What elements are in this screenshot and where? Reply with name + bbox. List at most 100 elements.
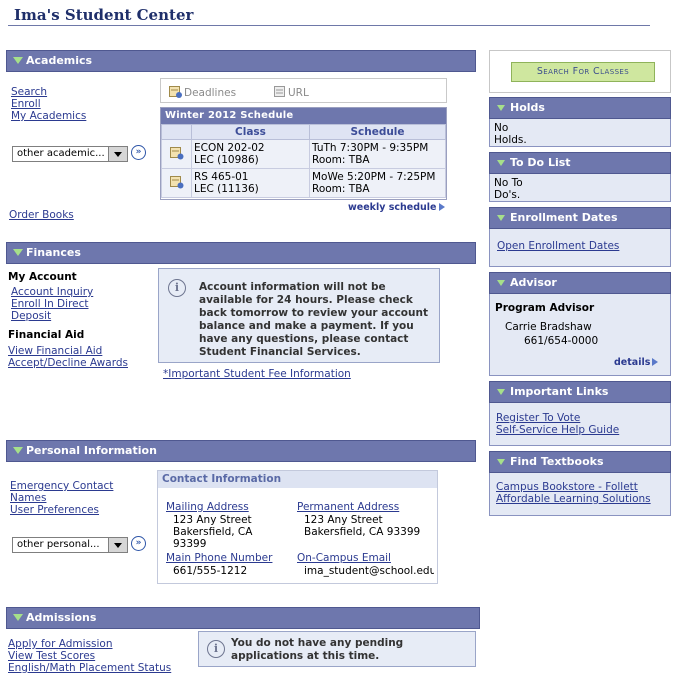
register-to-vote-link[interactable]: Register To Vote [496, 412, 664, 424]
campus-bookstore-link[interactable]: Campus Bookstore - Follett [496, 481, 664, 493]
tab-deadlines[interactable]: Deadlines [169, 85, 236, 99]
mailing-address-link[interactable]: Mailing Address [166, 501, 249, 513]
campus-email-link[interactable]: On-Campus Email [297, 552, 391, 564]
icon-column-header [161, 124, 192, 140]
self-service-help-link[interactable]: Self-Service Help Guide [496, 424, 664, 436]
personal-info-header[interactable]: Personal Information [6, 440, 476, 462]
admissions-header-label: Admissions [26, 611, 97, 624]
user-preferences-link[interactable]: User Preferences [10, 504, 113, 516]
contact-info-caption: Contact Information [158, 471, 437, 488]
chevron-down-icon[interactable] [108, 147, 127, 161]
todo-text-2: Do's. [494, 189, 521, 201]
tab-url[interactable]: URL [273, 85, 309, 99]
search-link[interactable]: Search [11, 86, 86, 98]
class-details-icon[interactable] [161, 139, 192, 169]
search-for-classes-button[interactable]: Search For Classes [511, 62, 655, 82]
placement-status-link[interactable]: English/Math Placement Status [8, 662, 171, 674]
collapse-triangle-icon[interactable] [497, 215, 505, 221]
other-academic-dropdown[interactable]: other academic... [12, 146, 128, 162]
go-arrow-icon[interactable]: » [131, 536, 146, 551]
academics-header[interactable]: Academics [6, 50, 476, 72]
info-icon: i [207, 640, 225, 658]
todo-header-label: To Do List [510, 156, 571, 169]
permanent-address-value: 123 Any Street Bakersfield, CA 93399 [304, 514, 420, 538]
advisor-header-label: Advisor [510, 276, 557, 289]
holds-text-2: Holds. [494, 134, 527, 146]
personal-info-header-label: Personal Information [26, 444, 157, 457]
class-column-header: Class [191, 124, 310, 140]
class-room: Room: TBA [312, 154, 370, 166]
mailing-line-2: Bakersfield, CA [173, 526, 253, 538]
mailing-address-value: 123 Any Street Bakersfield, CA 93399 [173, 514, 252, 550]
weekly-schedule-link[interactable]: weekly schedule [348, 202, 445, 213]
collapse-triangle-icon[interactable] [497, 160, 505, 166]
permanent-line-2: Bakersfield, CA 93399 [304, 526, 421, 538]
schedule-cell: MoWe 5:20PM - 7:25PM Room: TBA [309, 168, 446, 198]
collapse-triangle-icon[interactable] [497, 389, 505, 395]
finances-header[interactable]: Finances [6, 242, 476, 264]
apply-for-admission-link[interactable]: Apply for Admission [8, 638, 171, 650]
admissions-header[interactable]: Admissions [6, 607, 480, 629]
important-links-header[interactable]: Important Links [489, 381, 671, 403]
class-time: MoWe 5:20PM - 7:25PM [312, 171, 436, 183]
collapse-triangle-icon[interactable] [497, 105, 505, 111]
go-arrow-icon[interactable]: » [131, 145, 146, 160]
collapse-triangle-icon[interactable] [497, 459, 505, 465]
student-fee-info-link[interactable]: *Important Student Fee Information [163, 368, 351, 380]
schedule-cell: TuTh 7:30PM - 9:35PM Room: TBA [309, 139, 446, 169]
collapse-triangle-icon[interactable] [13, 249, 23, 256]
financial-aid-links: View Financial Aid Accept/Decline Awards [8, 345, 128, 369]
account-inquiry-link[interactable]: Account Inquiry [11, 286, 93, 298]
deposit-link[interactable]: Deposit [11, 310, 93, 322]
names-link[interactable]: Names [10, 492, 113, 504]
academics-tabbar: Deadlines URL [160, 78, 447, 103]
other-academic-dropdown-value: other academic... [17, 148, 105, 159]
order-books-link[interactable]: Order Books [9, 209, 74, 221]
collapse-triangle-icon[interactable] [13, 57, 23, 64]
tab-url-label: URL [288, 87, 309, 99]
emergency-contact-link[interactable]: Emergency Contact [10, 480, 113, 492]
holds-header[interactable]: Holds [489, 97, 671, 119]
enrollment-dates-header-label: Enrollment Dates [510, 211, 618, 224]
affordable-learning-link[interactable]: Affordable Learning Solutions [496, 493, 664, 505]
mailing-line-3: 93399 [173, 538, 207, 550]
my-academics-link[interactable]: My Academics [11, 110, 86, 122]
personal-links: Emergency Contact Names User Preferences [10, 480, 113, 516]
other-personal-dropdown[interactable]: other personal... [12, 537, 128, 553]
class-details-icon[interactable] [161, 168, 192, 198]
important-links-panel: Register To Vote Self-Service Help Guide [489, 403, 671, 446]
todo-text: No To [494, 177, 523, 189]
enrollment-dates-header[interactable]: Enrollment Dates [489, 207, 671, 229]
accept-decline-awards-link[interactable]: Accept/Decline Awards [8, 357, 128, 369]
arrow-right-icon [438, 203, 445, 211]
permanent-address-link[interactable]: Permanent Address [297, 501, 399, 513]
advisor-role: Program Advisor [495, 302, 595, 314]
enroll-in-direct-link[interactable]: Enroll In Direct [11, 298, 93, 310]
class-time: TuTh 7:30PM - 9:35PM [312, 142, 429, 154]
todo-header[interactable]: To Do List [489, 152, 671, 174]
mailing-line-1: 123 Any Street [173, 514, 252, 526]
url-icon [273, 85, 286, 98]
schedule-column-header: Schedule [309, 124, 446, 140]
collapse-triangle-icon[interactable] [497, 280, 505, 286]
todo-panel: No To Do's. [489, 174, 671, 202]
chevron-down-icon[interactable] [108, 538, 127, 552]
open-enrollment-dates-link[interactable]: Open Enrollment Dates [497, 240, 619, 252]
advisor-details-link[interactable]: details [614, 357, 659, 369]
main-phone-link[interactable]: Main Phone Number [166, 552, 272, 564]
find-textbooks-header[interactable]: Find Textbooks [489, 451, 671, 473]
advisor-phone: 661/654-0000 [524, 335, 599, 347]
important-links-header-label: Important Links [510, 385, 609, 398]
collapse-triangle-icon[interactable] [13, 614, 23, 621]
table-row: ECON 202-02 LEC (10986) TuTh 7:30PM - 9:… [161, 139, 446, 169]
title-divider [8, 25, 650, 26]
deadlines-icon [169, 85, 182, 98]
view-financial-aid-link[interactable]: View Financial Aid [8, 345, 128, 357]
view-test-scores-link[interactable]: View Test Scores [8, 650, 171, 662]
enroll-link[interactable]: Enroll [11, 98, 86, 110]
class-cell: RS 465-01 LEC (11136) [191, 168, 310, 198]
class-room: Room: TBA [312, 183, 370, 195]
advisor-header[interactable]: Advisor [489, 272, 671, 294]
my-account-links: Account Inquiry Enroll In Direct Deposit [11, 286, 93, 322]
collapse-triangle-icon[interactable] [13, 447, 23, 454]
